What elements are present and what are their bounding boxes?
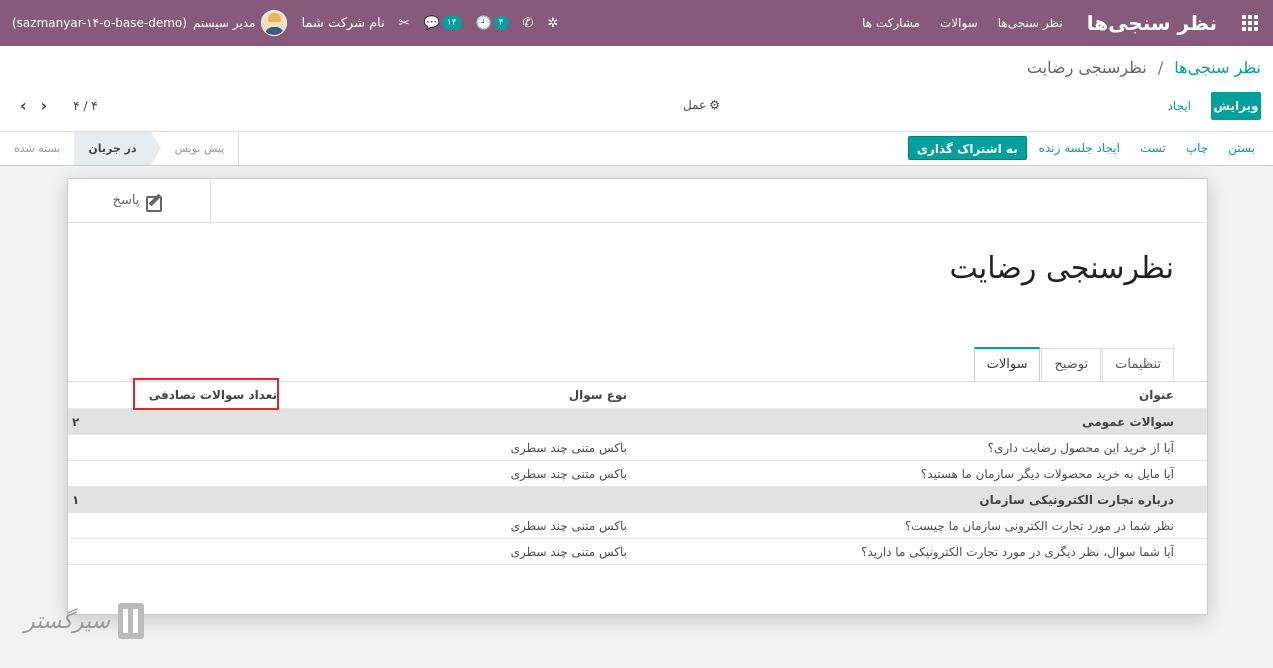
answers-label: پاسخ (112, 193, 140, 208)
table-row[interactable]: آیا از خرید این محصول رضایت داری؟ باکس م… (68, 435, 1207, 461)
watermark: سیرگستر (24, 598, 169, 644)
chevron-right-icon[interactable]: › (41, 96, 48, 115)
print-button[interactable]: چاپ (1178, 136, 1216, 160)
close-button[interactable]: بستن (1220, 136, 1263, 160)
pager: ‹ › ۴ / ۴ (20, 96, 98, 115)
notebook-tabs: سوالات توضیح تنظیمات (973, 347, 1174, 382)
debug-tools-icon[interactable]: ✂ (399, 16, 410, 31)
chevron-left-icon[interactable]: ‹ (20, 96, 27, 115)
chat-icon: 💬 (423, 15, 440, 31)
watermark-logo-icon (118, 603, 145, 639)
tab-settings[interactable]: تنظیمات (1102, 348, 1174, 381)
tab-questions[interactable]: سوالات (973, 347, 1041, 381)
row-type: باکس متنی چند سطری (510, 440, 627, 455)
company-switcher[interactable]: نام شرکت شما (301, 16, 384, 31)
clock-icon: 🕘 (475, 15, 492, 31)
activities-badge: ۴ (493, 16, 509, 30)
row-title: آیا شما سوال، نظر دیگری در مورد تجارت ال… (861, 544, 1174, 559)
button-box-divider (211, 222, 1208, 223)
table-row[interactable]: آیا شما سوال، نظر دیگری در مورد تجارت ال… (68, 539, 1207, 565)
breadcrumb: نظر سنجی‌ها / نظرسنجی رضایت (1027, 58, 1261, 77)
row-title: آیا از خرید این محصول رضایت داری؟ (987, 440, 1174, 455)
action-menu-button[interactable]: ⚙ عمل (683, 98, 720, 112)
table-row[interactable]: آیا مایل به خرید محصولات دیگر سازمان ما … (68, 461, 1207, 487)
create-live-session-button[interactable]: ایجاد جلسه زنده (1031, 136, 1128, 160)
highlight-box (133, 378, 279, 410)
menu-surveys[interactable]: نظر سنجی‌ها (988, 16, 1073, 30)
apps-menu-icon[interactable] (1227, 0, 1273, 46)
user-name: مدیر سیستم (192, 16, 256, 30)
row-count: ۱ (72, 492, 80, 507)
messages-button[interactable]: 💬 ۱۴ (424, 16, 462, 31)
menu-participations[interactable]: مشارکت ها (852, 16, 930, 30)
row-title: آیا مایل به خرید محصولات دیگر سازمان ما … (920, 466, 1174, 481)
answers-smart-button[interactable]: پاسخ (68, 179, 211, 223)
row-type: باکس متنی چند سطری (510, 518, 627, 533)
row-type: باکس متنی چند سطری (510, 466, 627, 481)
row-title: نظر شما در مورد تجارت الکترونی سازمان ما… (904, 518, 1174, 533)
row-count: ۲ (72, 414, 80, 429)
header-title[interactable]: عنوان (627, 388, 1207, 402)
action-label: عمل (683, 98, 707, 112)
breadcrumb-separator: / (1157, 58, 1164, 77)
phone-icon[interactable]: ✆ (523, 16, 534, 31)
tab-description[interactable]: توضیح (1041, 348, 1102, 381)
header-type[interactable]: نوع سوال (277, 388, 627, 402)
avatar (261, 10, 288, 36)
test-button[interactable]: تست (1132, 136, 1174, 160)
watermark-text: سیرگستر (24, 608, 111, 634)
stage-draft[interactable]: پیش نویس (151, 132, 239, 165)
breadcrumb-current: نظرسنجی رضایت (1026, 58, 1147, 77)
table-row[interactable]: درباره تجارت الکترونیکی سازمان ۱ (68, 487, 1207, 513)
status-bar: به اشتراک گذاری ایجاد جلسه زنده تست چاپ … (0, 132, 1273, 166)
table-row[interactable]: نظر شما در مورد تجارت الکترونی سازمان ما… (68, 513, 1207, 539)
control-panel: نظر سنجی‌ها / نظرسنجی رضایت ویرایش ایجاد… (0, 46, 1273, 132)
header-buttons: به اشتراک گذاری ایجاد جلسه زنده تست چاپ … (907, 136, 1263, 160)
pencil-icon (145, 192, 165, 212)
breadcrumb-parent[interactable]: نظر سنجی‌ها (1174, 58, 1261, 77)
pager-value[interactable]: ۴ / ۴ (73, 99, 98, 113)
bug-icon[interactable]: ✲ (547, 16, 558, 31)
app-title: نظر سنجی‌ها (1086, 11, 1217, 35)
edit-button[interactable]: ویرایش (1211, 92, 1261, 120)
stage-closed[interactable]: بسته شده (0, 132, 74, 165)
messages-badge: ۱۴ (441, 16, 462, 30)
db-name: (sazmanyar-۱۴-o-base-demo) (12, 16, 187, 30)
row-title: درباره تجارت الکترونیکی سازمان (979, 492, 1174, 507)
menu-questions[interactable]: سوالات (930, 16, 988, 30)
table-row[interactable]: سوالات عمومی ۲ (68, 409, 1207, 435)
company-name: نام شرکت شما (301, 15, 385, 31)
share-button[interactable]: به اشتراک گذاری (907, 136, 1027, 160)
gear-icon: ⚙ (709, 98, 720, 112)
user-menu[interactable]: (sazmanyar-۱۴-o-base-demo) مدیر سیستم (12, 10, 288, 36)
stage-in-progress[interactable]: در جریان (74, 132, 161, 165)
navbar-left: (sazmanyar-۱۴-o-base-demo) مدیر سیستم نا… (12, 0, 558, 46)
row-type: باکس متنی چند سطری (510, 544, 627, 559)
top-navbar: نظر سنجی‌ها نظر سنجی‌ها سوالات مشارکت ها… (0, 0, 1273, 46)
stage-bar: بسته شده در جریان پیش نویس (0, 132, 240, 165)
activities-button[interactable]: 🕘 ۴ (476, 16, 509, 31)
survey-title[interactable]: نظرسنجی رضایت (949, 251, 1174, 286)
create-button[interactable]: ایجاد (1160, 92, 1199, 120)
row-title: سوالات عمومی (1082, 414, 1174, 429)
navbar-right: نظر سنجی‌ها نظر سنجی‌ها سوالات مشارکت ها (852, 0, 1273, 46)
